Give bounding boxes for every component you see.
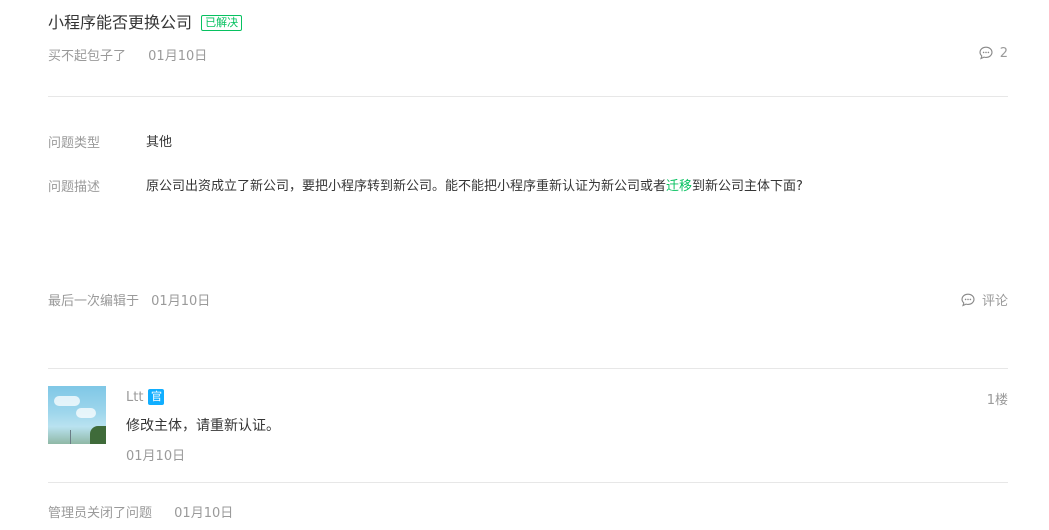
last-edited: 最后一次编辑于 01月10日 — [48, 290, 210, 309]
reply-date: 01月10日 — [126, 449, 186, 464]
comment-button-label: 评论 — [981, 294, 1008, 309]
question-type-label: 问题类型 — [48, 136, 101, 151]
official-badge: 官 — [148, 389, 165, 405]
comment-button[interactable]: 评论 — [960, 290, 1008, 309]
reply-author: Ltt 官 — [126, 389, 165, 405]
divider — [48, 96, 1008, 97]
desc-migrate-link[interactable]: 迁移 — [666, 179, 692, 194]
closed-text: 管理员关闭了问题 — [48, 506, 153, 521]
question-desc-label: 问题描述 — [48, 180, 101, 195]
floor-number: 1楼 — [986, 393, 1008, 408]
divider — [48, 368, 1008, 369]
desc-text-after: 到新公司主体下面? — [692, 179, 803, 194]
desc-text-before: 原公司出资成立了新公司，要把小程序转到新公司。能不能把小程序重新认证为新公司或者 — [146, 179, 667, 194]
author-name[interactable]: 买不起包子了 — [48, 49, 126, 64]
question-type-value: 其他 — [146, 135, 173, 150]
question-title-row: 小程序能否更换公司 已解决 — [48, 12, 243, 34]
question-title: 小程序能否更换公司 — [48, 13, 193, 32]
comment-icon — [978, 45, 994, 61]
comment-count[interactable]: 2 — [978, 45, 1008, 61]
question-description: 原公司出资成立了新公司，要把小程序转到新公司。能不能把小程序重新认证为新公司或者… — [146, 175, 803, 194]
status-badge: 已解决 — [201, 15, 243, 31]
question-meta: 买不起包子了 01月10日 — [48, 45, 207, 64]
closed-notice: 管理员关闭了问题 01月10日 — [48, 502, 233, 521]
reply-author-name[interactable]: Ltt — [126, 390, 143, 405]
question-date: 01月10日 — [148, 49, 208, 64]
comment-count-value: 2 — [999, 45, 1008, 61]
last-edited-date: 01月10日 — [151, 294, 211, 309]
reply-text: 修改主体，请重新认证。 — [126, 418, 280, 434]
avatar[interactable] — [48, 386, 106, 444]
comment-icon — [960, 292, 976, 308]
closed-date: 01月10日 — [174, 506, 234, 521]
last-edited-label: 最后一次编辑于 — [48, 294, 140, 309]
divider — [48, 482, 1008, 483]
